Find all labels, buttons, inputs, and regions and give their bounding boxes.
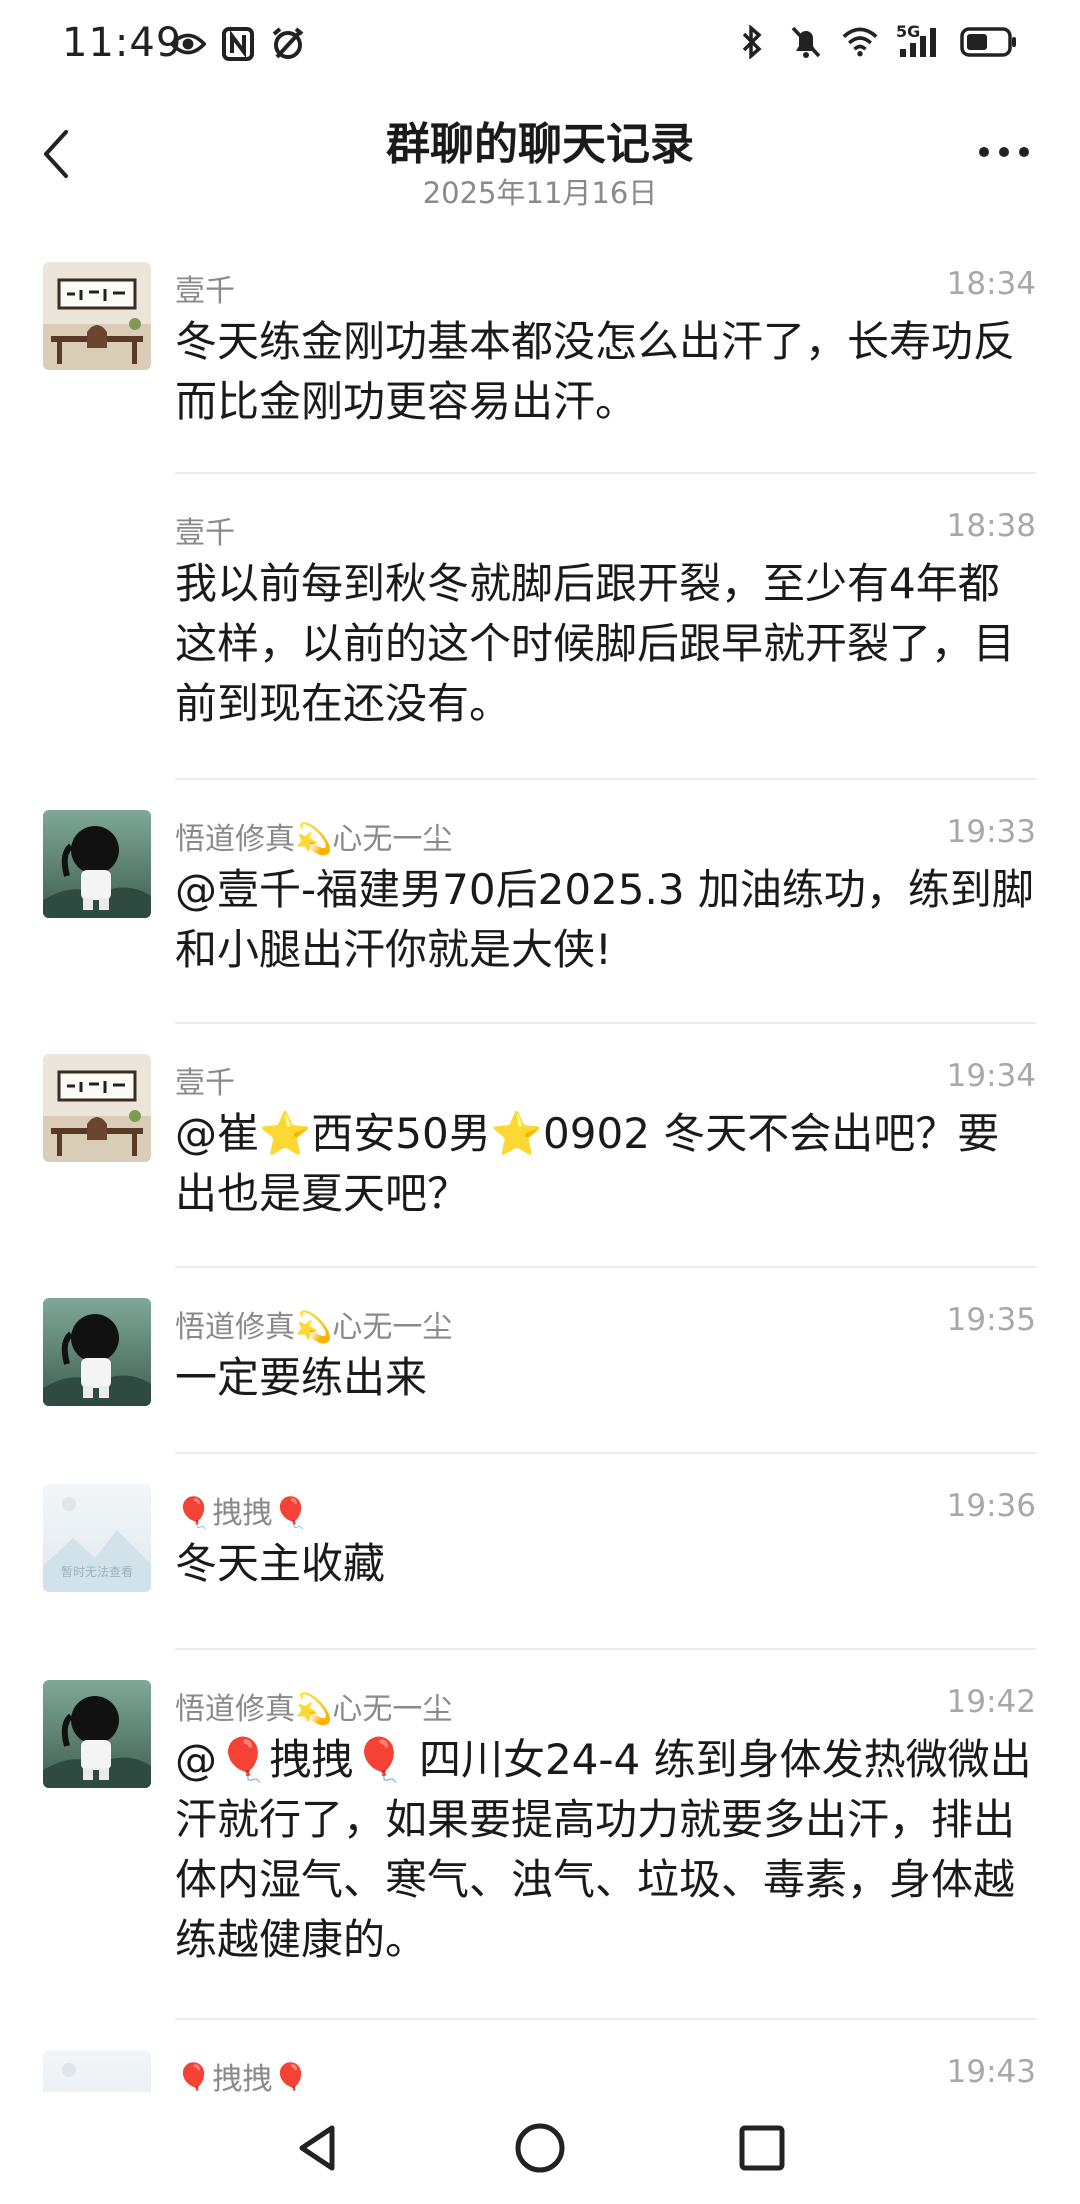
avatar[interactable]: [43, 1298, 151, 1406]
avatar[interactable]: [43, 1054, 151, 1162]
battery-icon: [960, 24, 1018, 60]
5g-signal-icon: 5G: [896, 22, 942, 60]
message-sender: 壹千: [175, 1066, 235, 1101]
more-dots-icon: [979, 147, 1029, 157]
chat-message[interactable]: 悟道修真💫心无一尘 19:35 一定要练出来: [0, 1268, 1080, 1454]
avatar[interactable]: [43, 262, 151, 370]
page-title: 群聊的聊天记录: [386, 119, 694, 170]
system-nav-bar: [0, 2092, 1080, 2204]
home-circle-icon: [515, 2123, 565, 2173]
chat-message[interactable]: 暂时无法查看 🎈拽拽🎈 19:36 冬天主收藏: [0, 1454, 1080, 1650]
message-text: @🎈拽拽🎈 四川女24-4 练到身体发热微微出汗就行了，如果要提高功力就要多出汗…: [175, 1735, 1032, 1964]
recents-square-icon: [739, 2125, 785, 2171]
message-sender: 壹千: [175, 516, 235, 551]
message-sender: 悟道修真💫心无一尘: [175, 822, 453, 857]
status-left-icons: [170, 26, 306, 62]
status-bar: 11:49 5G: [0, 0, 1080, 90]
message-time: 19:35: [946, 1302, 1036, 1338]
message-text: 冬天主收藏: [175, 1539, 386, 1588]
avatar[interactable]: [43, 1680, 151, 1788]
chat-message[interactable]: 壹千 18:38 我以前每到秋冬就脚后跟开裂，至少有4年都这样，以前的这个时候脚后跟…: [0, 474, 1080, 780]
avatar[interactable]: 暂时无法查看: [43, 1484, 151, 1592]
chat-message[interactable]: 悟道修真💫心无一尘 19:33 @壹千-福建男70后2025.3 加油练功，练到脚和…: [0, 780, 1080, 1024]
message-text: @崔⭐西安50男⭐0902 冬天不会出吧？要出也是夏天吧？: [175, 1109, 1000, 1218]
nav-home-button[interactable]: [508, 2116, 572, 2180]
avatar[interactable]: [43, 810, 151, 918]
nfc-icon: [220, 26, 256, 62]
message-time: 19:43: [946, 2054, 1036, 2090]
status-right-icons: 5G: [734, 22, 1018, 60]
back-triangle-icon: [299, 2125, 335, 2171]
message-text: 冬天练金刚功基本都没怎么出汗了，长寿功反而比金刚功更容易出汗。: [175, 317, 1016, 426]
message-sender: 🎈拽拽🎈: [175, 1496, 310, 1531]
message-time: 19:42: [946, 1684, 1036, 1720]
message-text: 一定要练出来: [175, 1353, 428, 1402]
avatar-unavailable-label: 暂时无法查看: [60, 1565, 133, 1579]
page-subtitle-date: 2025年11月16日: [422, 176, 658, 210]
avatar[interactable]: 暂时无法查看: [43, 2050, 151, 2092]
message-time: 18:38: [946, 508, 1036, 544]
network-label: 5G: [896, 22, 921, 41]
alarm-icon: [270, 26, 306, 62]
wifi-icon: [842, 24, 878, 60]
chat-history-header: 群聊的聊天记录 2025年11月16日: [0, 92, 1080, 232]
nav-recents-button[interactable]: [730, 2116, 794, 2180]
status-time: 11:49: [62, 20, 183, 66]
message-time: 19:33: [946, 814, 1036, 850]
chat-message[interactable]: 壹千 19:34 @崔⭐西安50男⭐0902 冬天不会出吧？要出也是夏天吧？: [0, 1024, 1080, 1268]
message-text: @壹千-福建男70后2025.3 加油练功，练到脚和小腿出汗你就是大侠!: [175, 865, 1034, 974]
mute-icon: [788, 24, 824, 60]
chat-message[interactable]: 暂时无法查看 🎈拽拽🎈 19:43: [0, 2020, 1080, 2092]
nav-back-button[interactable]: [286, 2116, 350, 2180]
message-sender: 悟道修真💫心无一尘: [175, 1310, 453, 1345]
message-time: 19:36: [946, 1488, 1036, 1524]
message-time: 19:34: [946, 1058, 1036, 1094]
message-list[interactable]: 壹千 18:34 冬天练金刚功基本都没怎么出汗了，长寿功反而比金刚功更容易出汗。 壹千…: [0, 232, 1080, 2092]
eye-icon: [170, 26, 206, 62]
message-sender: 🎈拽拽🎈: [175, 2062, 310, 2092]
message-time: 18:34: [946, 266, 1036, 302]
chat-message[interactable]: 壹千 18:34 冬天练金刚功基本都没怎么出汗了，长寿功反而比金刚功更容易出汗。: [0, 232, 1080, 474]
message-sender: 悟道修真💫心无一尘: [175, 1692, 453, 1727]
bluetooth-icon: [734, 24, 770, 60]
message-text: 我以前每到秋冬就脚后跟开裂，至少有4年都这样，以前的这个时候脚后跟早就开裂了，目…: [175, 559, 1016, 728]
more-options-button[interactable]: [976, 140, 1032, 164]
message-sender: 壹千: [175, 274, 235, 309]
chat-message[interactable]: 悟道修真💫心无一尘 19:42 @🎈拽拽🎈 四川女24-4 练到身体发热微微出汗就行…: [0, 1650, 1080, 2020]
